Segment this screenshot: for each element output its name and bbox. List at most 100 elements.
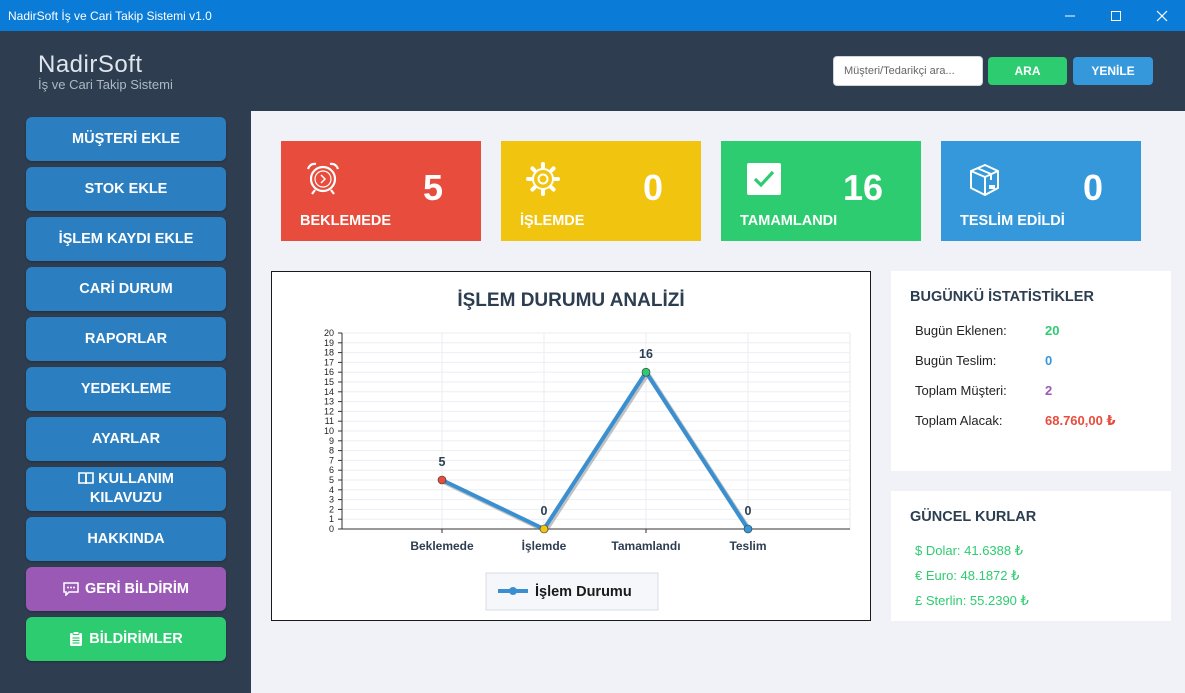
y-tick-label: 16 xyxy=(324,367,334,377)
sidebar-item-label: YEDEKLEME xyxy=(80,380,172,397)
sidebar-item-label: CARİ DURUM xyxy=(79,280,173,297)
clipboard-icon xyxy=(69,631,83,647)
x-tick-label: Teslim xyxy=(729,539,766,553)
alarm-clock-icon xyxy=(305,161,341,200)
maximize-button[interactable] xyxy=(1093,0,1139,31)
brand-name: NadirSoft xyxy=(38,51,143,78)
panel-title: GÜNCEL KURLAR xyxy=(910,509,1037,525)
refresh-button[interactable]: YENİLE xyxy=(1073,57,1153,85)
data-label: 16 xyxy=(639,347,653,361)
title-bar: NadirSoft İş ve Cari Takip Sistemi v1.0 xyxy=(0,0,1185,31)
legend-label: İşlem Durumu xyxy=(535,583,632,600)
y-tick-label: 6 xyxy=(329,465,334,475)
sidebar-item-label: HAKKINDA xyxy=(87,530,165,547)
sidebar-item-ayarlar[interactable]: AYARLAR xyxy=(26,417,226,461)
close-button[interactable] xyxy=(1139,0,1185,31)
status-line-chart: İŞLEM DURUMU ANALİZİ 0123456789101112131… xyxy=(324,290,851,611)
search-input[interactable] xyxy=(833,56,983,86)
card-value: 5 xyxy=(422,167,443,208)
card-value: 16 xyxy=(842,167,883,208)
minimize-button[interactable] xyxy=(1047,0,1093,31)
search-button[interactable]: ARA xyxy=(988,57,1067,85)
chart-legend: İşlem Durumu xyxy=(485,572,659,611)
today-stats-panel: BUGÜNKÜ İSTATİSTİKLER Bugün Eklenen: 20 … xyxy=(891,271,1171,471)
data-label: 5 xyxy=(439,455,446,469)
card-label: BEKLEMEDE xyxy=(300,213,392,229)
y-tick-label: 0 xyxy=(329,524,334,534)
maximize-icon xyxy=(1111,10,1121,21)
chat-icon xyxy=(63,582,79,596)
card-label: TAMAMLANDI xyxy=(740,213,838,229)
y-tick-label: 18 xyxy=(324,348,334,358)
sidebar-item-label: BİLDİRİMLER xyxy=(89,630,183,647)
sidebar-item-raporlar[interactable]: RAPORLAR xyxy=(26,317,226,361)
sidebar-item-hakkinda[interactable]: HAKKINDA xyxy=(26,517,226,561)
chart-title: İŞLEM DURUMU ANALİZİ xyxy=(457,290,684,311)
y-tick-label: 15 xyxy=(324,377,334,387)
stat-value: 20 xyxy=(1045,323,1060,338)
x-tick-label: Beklemede xyxy=(410,539,474,553)
book-icon xyxy=(78,471,94,485)
close-icon xyxy=(1156,10,1168,21)
panel-title: BUGÜNKÜ İSTATİSTİKLER xyxy=(910,289,1094,305)
sidebar-item-label: KULLANIM KILAVUZU xyxy=(89,471,174,506)
minimize-icon xyxy=(1065,15,1075,16)
rate-usd: $ Dolar: 41.6388 ₺ xyxy=(915,543,1024,558)
data-point xyxy=(539,524,549,534)
stat-label: Bugün Teslim: xyxy=(915,353,997,368)
stat-value: 0 xyxy=(1045,353,1053,368)
data-label: 0 xyxy=(745,504,752,518)
stat-value: 68.760,00 ₺ xyxy=(1045,413,1116,428)
y-tick-label: 17 xyxy=(324,357,334,367)
rate-gbp: £ Sterlin: 55.2390 ₺ xyxy=(915,593,1029,608)
sidebar-item-cari-durum[interactable]: CARİ DURUM xyxy=(26,267,226,311)
card-teslim-edildi: 0 TESLİM EDİLDİ xyxy=(941,141,1141,241)
y-tick-label: 10 xyxy=(324,426,334,436)
stat-label: Toplam Alacak: xyxy=(915,413,1003,428)
sidebar-item-stok-ekle[interactable]: STOK EKLE xyxy=(26,167,226,211)
y-tick-label: 3 xyxy=(329,495,334,505)
brand-subtitle: İş ve Cari Takip Sistemi xyxy=(38,77,173,92)
y-tick-label: 4 xyxy=(329,485,334,495)
window-title: NadirSoft İş ve Cari Takip Sistemi v1.0 xyxy=(8,8,212,23)
legend-marker xyxy=(509,587,517,595)
y-tick-label: 13 xyxy=(324,397,334,407)
card-islemde: 0 İŞLEMDE xyxy=(501,141,701,241)
y-tick-label: 12 xyxy=(324,406,334,416)
stat-value: 2 xyxy=(1045,383,1053,398)
stat-label: Bugün Eklenen: xyxy=(915,323,1007,338)
brand: NadirSoft İş ve Cari Takip Sistemi xyxy=(38,51,173,92)
sidebar-item-islem-kaydi-ekle[interactable]: İŞLEM KAYDI EKLE xyxy=(26,217,226,261)
sidebar-item-label: İŞLEM KAYDI EKLE xyxy=(58,230,194,247)
y-tick-label: 20 xyxy=(324,328,334,338)
sidebar-item-bildirimler[interactable]: BİLDİRİMLER xyxy=(26,617,226,661)
sidebar-item-label: STOK EKLE xyxy=(84,180,168,197)
sidebar-item-label: MÜŞTERİ EKLE xyxy=(72,130,180,147)
sidebar-item-yedekleme[interactable]: YEDEKLEME xyxy=(26,367,226,411)
sidebar-item-kullanim-kilavuzu[interactable]: KULLANIM KILAVUZU xyxy=(26,467,226,511)
y-tick-label: 9 xyxy=(329,436,334,446)
sidebar-item-musteri-ekle[interactable]: MÜŞTERİ EKLE xyxy=(26,117,226,161)
sidebar-item-label: RAPORLAR xyxy=(84,330,168,347)
y-tick-label: 11 xyxy=(325,416,334,426)
card-label: TESLİM EDİLDİ xyxy=(960,213,1065,229)
stat-label: Toplam Müşteri: xyxy=(915,383,1007,398)
x-tick-label: İşlemde xyxy=(522,538,567,553)
y-tick-label: 5 xyxy=(329,475,334,485)
exchange-rates-panel: GÜNCEL KURLAR $ Dolar: 41.6388 ₺ € Euro:… xyxy=(891,491,1171,621)
gear-icon xyxy=(525,161,561,202)
y-tick-label: 7 xyxy=(329,455,334,465)
card-beklemede: 5 BEKLEMEDE xyxy=(281,141,481,241)
card-value: 0 xyxy=(642,167,663,208)
chart-panel: İŞLEM DURUMU ANALİZİ 0 1 2 3 4 5 6 7 8 9 10 11 12 13 1… xyxy=(271,271,871,621)
card-value: 0 xyxy=(1082,167,1103,208)
y-tick-label: 1 xyxy=(329,514,334,524)
sidebar-item-geri-bildirim[interactable]: GERİ BİLDİRİM xyxy=(26,567,226,611)
sidebar: MÜŞTERİ EKLE STOK EKLE İŞLEM KAYDI EKLE … xyxy=(0,111,251,693)
y-tick-label: 2 xyxy=(329,504,334,514)
rate-eur: € Euro: 48.1872 ₺ xyxy=(915,568,1020,583)
data-point xyxy=(743,524,753,534)
card-tamamlandi: 16 TAMAMLANDI xyxy=(721,141,921,241)
box-icon xyxy=(965,161,1003,204)
y-tick-label: 19 xyxy=(324,338,334,348)
